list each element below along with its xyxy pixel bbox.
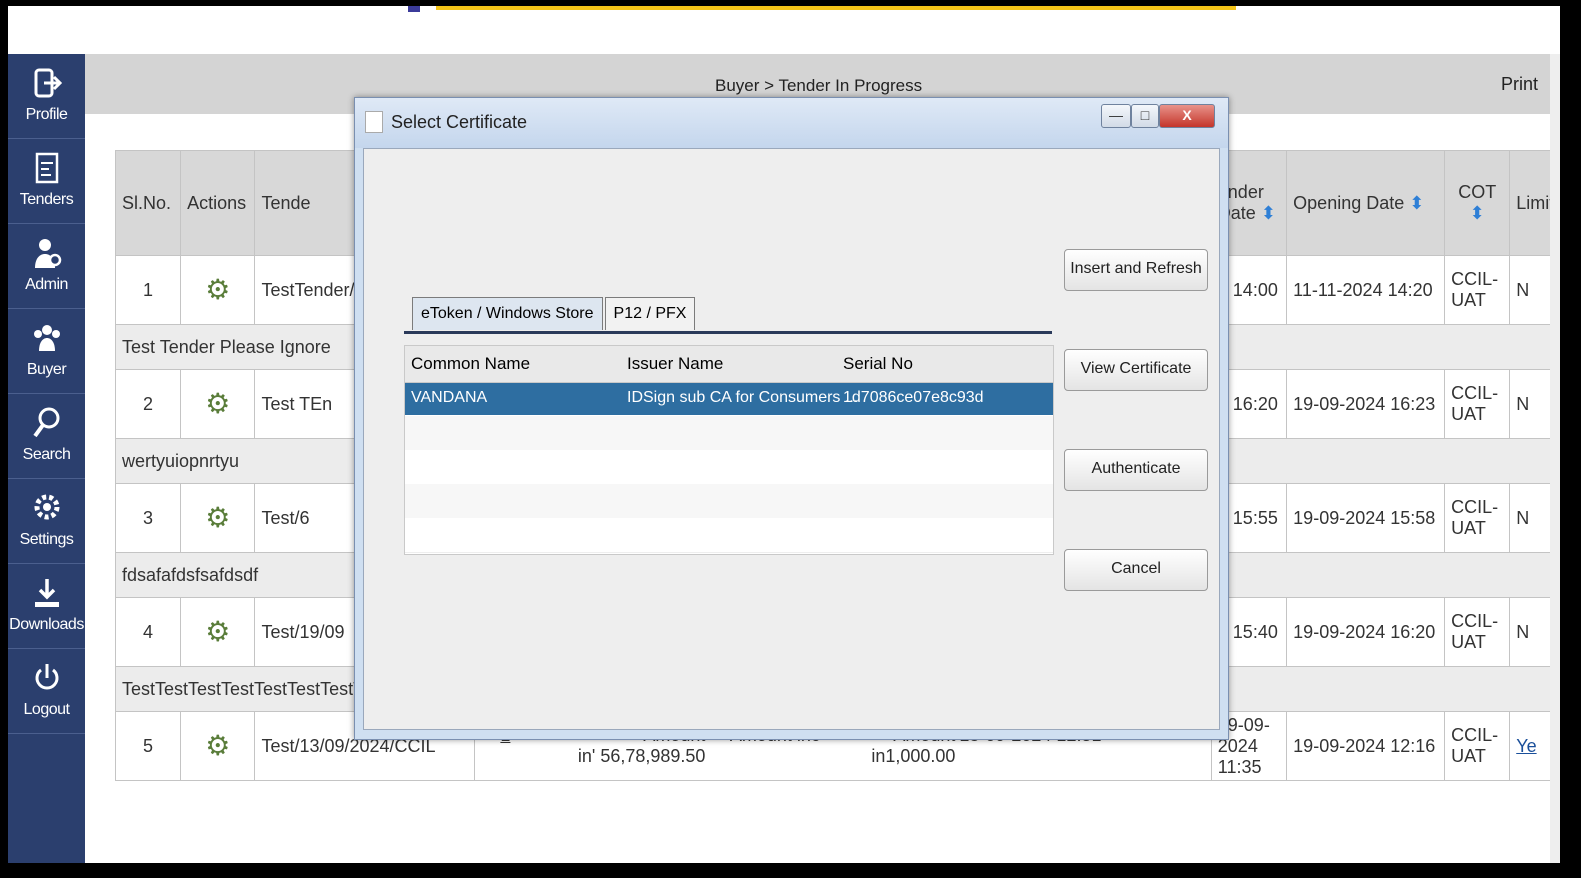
sidebar-item-downloads[interactable]: Downloads <box>8 564 85 649</box>
cert-serial-no: 1d7086ce07e8c93d <box>843 389 984 406</box>
tab-underline <box>404 331 1052 334</box>
cell-cot: CCIL- UAT <box>1444 483 1511 553</box>
col-common-name[interactable]: Common Name <box>411 354 530 374</box>
logout-icon <box>35 664 58 690</box>
col-slno[interactable]: Sl.No. <box>114 150 182 256</box>
scrollbar[interactable] <box>1550 54 1560 863</box>
sort-icon[interactable]: ⬍ <box>1261 203 1276 223</box>
empty-row <box>405 484 1053 519</box>
gear-icon[interactable]: ⚙ <box>205 503 231 531</box>
sidebar-item-buyer[interactable]: Buyer <box>8 309 85 394</box>
minimize-button[interactable]: — <box>1101 104 1131 128</box>
profile-icon <box>34 68 62 98</box>
authenticate-button[interactable]: Authenticate <box>1064 449 1208 491</box>
cell-actions[interactable]: ⚙ <box>180 711 256 781</box>
certificate-row[interactable]: VANDANA IDSign sub CA for Consumers ... … <box>405 383 1053 415</box>
sidebar-item-label: Admin <box>25 276 68 293</box>
cell-slno: 1 <box>114 255 182 325</box>
sidebar-item-search[interactable]: Search <box>8 394 85 479</box>
cell-actions[interactable]: ⚙ <box>180 483 256 553</box>
gear-icon[interactable]: ⚙ <box>205 389 231 417</box>
col-opening-date-label: Opening Date <box>1293 192 1405 213</box>
certificate-table: Common Name Issuer Name Serial No VANDAN… <box>404 345 1054 555</box>
sidebar-item-profile[interactable]: Profile <box>8 54 85 139</box>
col-actions: Actions <box>180 150 256 256</box>
cert-issuer-name: IDSign sub CA for Consumers ... <box>627 389 859 406</box>
tab-etoken[interactable]: eToken / Windows Store <box>412 297 603 330</box>
screen: Profile Tenders Admin Buyer Search Setti… <box>8 6 1560 863</box>
sidebar-item-label: Profile <box>25 106 68 123</box>
cell-opening-date: 19-09-2024 12:16 <box>1286 711 1446 781</box>
insert-refresh-button[interactable]: Insert and Refresh <box>1064 249 1208 291</box>
sidebar-item-admin[interactable]: Admin <box>8 224 85 309</box>
window-app-icon <box>365 111 383 133</box>
cell-slno: 5 <box>114 711 182 781</box>
cell-opening-date: 19-09-2024 16:23 <box>1286 369 1446 439</box>
maximize-button[interactable]: □ <box>1131 104 1159 128</box>
settings-icon <box>34 494 59 520</box>
cell-actions[interactable]: ⚙ <box>180 597 256 667</box>
banner-strip <box>436 6 1236 10</box>
dialog-title: Select Certificate <box>391 112 528 132</box>
col-issuer-name[interactable]: Issuer Name <box>627 354 723 374</box>
cell-actions[interactable]: ⚙ <box>180 255 256 325</box>
select-certificate-dialog: Select Certificate — □ X eToken / Window… <box>354 97 1229 740</box>
sidebar: Profile Tenders Admin Buyer Search Setti… <box>8 54 85 863</box>
cell-opening-date: 19-09-2024 15:58 <box>1286 483 1446 553</box>
empty-row <box>405 450 1053 485</box>
close-button[interactable]: X <box>1159 104 1215 128</box>
certificate-table-header: Common Name Issuer Name Serial No <box>405 346 1053 383</box>
gear-icon[interactable]: ⚙ <box>205 275 231 303</box>
sidebar-item-label: Settings <box>19 531 74 548</box>
certificate-tabs: eToken / Windows Store P12 / PFX <box>412 297 697 331</box>
sidebar-item-settings[interactable]: Settings <box>8 479 85 564</box>
empty-row <box>405 518 1053 553</box>
cell-opening-date: 19-09-2024 16:20 <box>1286 597 1446 667</box>
sidebar-item-tenders[interactable]: Tenders <box>8 139 85 224</box>
view-certificate-button[interactable]: View Certificate <box>1064 349 1208 391</box>
dialog-body: eToken / Windows Store P12 / PFX Common … <box>363 148 1220 730</box>
cert-common-name: VANDANA <box>411 389 488 406</box>
empty-row <box>405 416 1053 451</box>
sidebar-item-label: Tenders <box>19 191 74 208</box>
cell-actions[interactable]: ⚙ <box>180 369 256 439</box>
cell-slno: 2 <box>114 369 182 439</box>
sidebar-item-label: Downloads <box>9 616 84 633</box>
col-opening-date[interactable]: Opening Date ⬍ <box>1286 150 1446 256</box>
sort-icon[interactable]: ⬍ <box>1409 193 1424 213</box>
cell-cot: CCIL- UAT <box>1444 711 1511 781</box>
sidebar-item-label: Buyer <box>26 361 67 378</box>
cell-cot: CCIL- UAT <box>1444 597 1511 667</box>
sidebar-item-label: Search <box>22 446 71 463</box>
tenders-icon <box>35 152 58 184</box>
cell-opening-date: 11-11-2024 14:20 <box>1286 255 1446 325</box>
col-serial-no[interactable]: Serial No <box>843 354 913 374</box>
top-bar <box>8 6 1560 54</box>
gear-icon[interactable]: ⚙ <box>205 731 231 759</box>
print-link[interactable]: Print <box>1501 74 1538 95</box>
cell-cot: CCIL- UAT <box>1444 255 1511 325</box>
search-icon <box>32 407 59 438</box>
cell-slno: 3 <box>114 483 182 553</box>
cancel-button[interactable]: Cancel <box>1064 549 1208 591</box>
sort-icon[interactable]: ⬍ <box>1470 203 1485 223</box>
cell-cot: CCIL- UAT <box>1444 369 1511 439</box>
col-cot[interactable]: COT ⬍ <box>1444 150 1511 256</box>
cell-slno: 4 <box>114 597 182 667</box>
admin-icon <box>34 239 61 268</box>
sidebar-item-label: Logout <box>23 701 70 718</box>
sidebar-item-logout[interactable]: Logout <box>8 649 85 734</box>
dialog-titlebar[interactable]: Select Certificate — □ X <box>355 98 1228 148</box>
logo-mark <box>408 6 420 12</box>
col-cot-label: COT <box>1458 182 1497 202</box>
download-icon <box>34 579 59 607</box>
buyer-icon <box>33 325 60 351</box>
gear-icon[interactable]: ⚙ <box>205 617 231 645</box>
tab-p12-pfx[interactable]: P12 / PFX <box>604 297 696 330</box>
breadcrumb: Buyer > Tender In Progress <box>715 76 923 95</box>
